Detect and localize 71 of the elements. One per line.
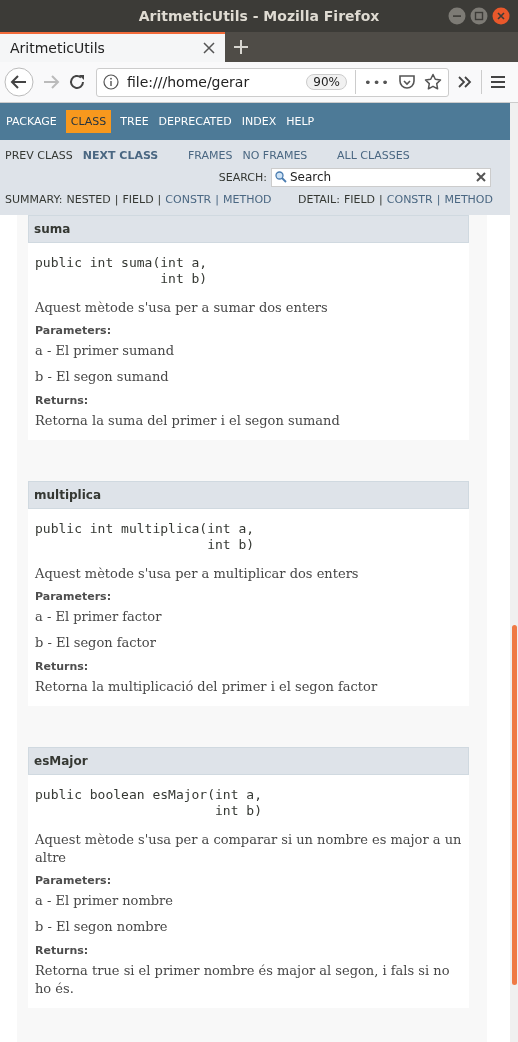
zoom-level[interactable]: 90% bbox=[306, 74, 347, 90]
clear-icon[interactable] bbox=[476, 172, 486, 182]
nav-text: FIELD bbox=[122, 192, 154, 206]
method-description: Aquest mètode s'usa per a comparar si un nombre es major a un altre bbox=[35, 831, 462, 867]
reload-button[interactable] bbox=[68, 73, 86, 91]
separator: | bbox=[114, 192, 119, 206]
page-actions-button[interactable]: ••• bbox=[364, 74, 390, 90]
method-description: Aquest mètode s'usa per a sumar dos enters bbox=[35, 299, 329, 317]
returns-label: Returns: bbox=[35, 394, 90, 407]
nav-link[interactable]: CONSTR bbox=[386, 192, 433, 206]
returns-label: Returns: bbox=[35, 660, 90, 673]
star-icon[interactable] bbox=[424, 73, 442, 91]
parameter-description: b - El segon nombre bbox=[35, 918, 169, 936]
back-button[interactable] bbox=[4, 67, 34, 97]
nav-link[interactable]: ALL CLASSES bbox=[337, 148, 410, 162]
nav-link[interactable]: CONSTR bbox=[165, 192, 212, 206]
window-title: AritmeticUtils - Mozilla Firefox bbox=[138, 8, 380, 24]
nav-link[interactable]: TREE bbox=[115, 110, 154, 133]
method-header: esMajor bbox=[28, 747, 469, 775]
search-field[interactable]: Search bbox=[271, 167, 491, 187]
method-signature: public int suma(int a, int b) bbox=[35, 255, 209, 287]
nav-link[interactable]: PACKAGE bbox=[1, 110, 62, 133]
parameter-description: b - El segon factor bbox=[35, 634, 157, 652]
parameters-label: Parameters: bbox=[35, 590, 113, 603]
separator: | bbox=[215, 192, 219, 206]
nav-link[interactable]: NEXT CLASS bbox=[82, 148, 159, 162]
nav-link[interactable]: DEPRECATED bbox=[153, 110, 237, 133]
maximize-button[interactable] bbox=[470, 7, 488, 25]
return-description: Retorna true si el primer nombre és major al segon, i fals si no ho és. bbox=[35, 962, 451, 998]
return-description: Retorna la multiplicació del primer i el segon factor bbox=[35, 678, 379, 696]
scrollbar-thumb[interactable] bbox=[512, 625, 517, 985]
info-icon bbox=[103, 74, 119, 90]
overflow-icon[interactable] bbox=[457, 75, 473, 89]
pocket-icon[interactable] bbox=[398, 73, 416, 91]
address-bar[interactable]: file:///home/gerar 90% ••• bbox=[96, 67, 449, 97]
browser-tab[interactable]: AritmeticUtils bbox=[0, 32, 225, 62]
nav-link[interactable]: INDEX bbox=[236, 110, 282, 133]
nav-link[interactable]: METHOD bbox=[444, 192, 493, 206]
returns-label: Returns: bbox=[35, 944, 90, 957]
separator: | bbox=[436, 192, 441, 206]
nav-link[interactable]: FRAMES bbox=[188, 148, 233, 162]
separator: | bbox=[379, 192, 383, 206]
method-description: Aquest mètode s'usa per a multiplicar dos enters bbox=[35, 565, 360, 583]
parameters-label: Parameters: bbox=[35, 324, 113, 337]
separator: | bbox=[157, 192, 162, 206]
parameter-description: a - El primer nombre bbox=[35, 892, 174, 910]
close-button[interactable] bbox=[492, 7, 510, 25]
menu-icon[interactable] bbox=[490, 75, 506, 89]
parameter-description: a - El primer sumand bbox=[35, 342, 176, 360]
nav-link[interactable]: HELP bbox=[281, 110, 320, 133]
search-label: SEARCH: bbox=[218, 170, 267, 184]
nav-text: NESTED bbox=[66, 192, 111, 206]
new-tab-icon[interactable] bbox=[233, 39, 249, 55]
nav-link[interactable]: CLASS bbox=[65, 110, 112, 133]
parameter-description: a - El primer factor bbox=[35, 608, 163, 626]
return-description: Retorna la suma del primer i el segon sumand bbox=[35, 412, 341, 430]
method-header: suma bbox=[28, 215, 469, 243]
close-icon[interactable] bbox=[203, 42, 215, 54]
section-label: SUMMARY: bbox=[5, 192, 63, 206]
nav-link[interactable]: NO FRAMES bbox=[242, 148, 308, 162]
nav-text: FIELD bbox=[343, 192, 376, 206]
section-label: DETAIL: bbox=[298, 192, 340, 206]
parameters-label: Parameters: bbox=[35, 874, 113, 887]
nav-text: PREV CLASS bbox=[5, 148, 73, 162]
nav-link[interactable]: METHOD bbox=[222, 192, 272, 206]
method-signature: public boolean esMajor(int a, int b) bbox=[35, 787, 263, 819]
method-header: multiplica bbox=[28, 481, 469, 509]
search-icon bbox=[275, 170, 287, 183]
method-signature: public int multiplica(int a, int b) bbox=[35, 521, 256, 553]
parameter-description: b - El segon sumand bbox=[35, 368, 170, 386]
minimize-button[interactable] bbox=[448, 7, 466, 25]
